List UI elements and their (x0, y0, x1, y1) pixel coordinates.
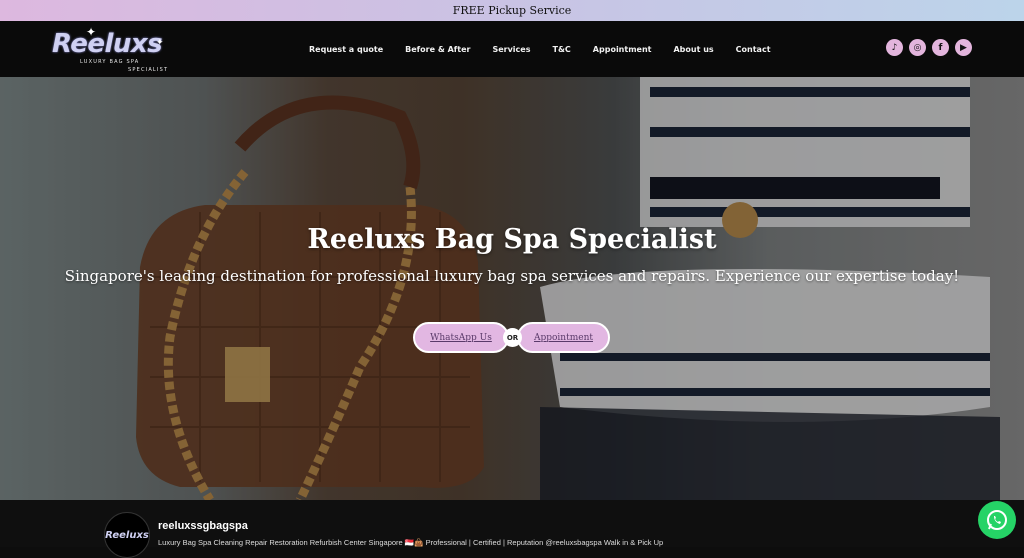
logo-wordmark: Reeluxs (52, 29, 163, 59)
whatsapp-button[interactable]: WhatsApp Us (413, 322, 509, 353)
social-links: ♪ ◎ f ▶ (886, 39, 978, 56)
logo-tagline: LUXURY BAG SPA (80, 59, 140, 65)
hero-banner: Reeluxs Bag Spa Specialist Singapore's l… (0, 77, 1024, 500)
brand-logo[interactable]: Reeluxs ✦ ✦ LUXURY BAG SPA SPECIALIST (50, 25, 170, 73)
youtube-icon[interactable]: ▶ (955, 39, 972, 56)
hero-title: Reeluxs Bag Spa Specialist (307, 224, 717, 255)
appointment-button[interactable]: Appointment (517, 322, 610, 353)
nav-before-after[interactable]: Before & After (405, 45, 470, 54)
nav-about-us[interactable]: About us (673, 45, 713, 54)
profile-bio: Luxury Bag Spa Cleaning Repair Restorati… (158, 538, 664, 547)
hero-subtitle: Singapore's leading destination for prof… (64, 267, 960, 285)
announcement-bar: FREE Pickup Service (0, 0, 1024, 21)
or-separator: OR (503, 328, 522, 347)
tiktok-icon[interactable]: ♪ (886, 39, 903, 56)
nav-appointment[interactable]: Appointment (593, 45, 652, 54)
announcement-text: FREE Pickup Service (452, 4, 572, 17)
instagram-profile-strip: Reeluxs reeluxssgbagspa Luxury Bag Spa C… (0, 500, 1024, 558)
sparkle-icon: ✦ (86, 25, 97, 39)
hero-cta-group: WhatsApp Us Appointment OR (413, 322, 610, 356)
whatsapp-float-button[interactable] (978, 501, 1016, 539)
whatsapp-icon (987, 510, 1007, 530)
nav-contact[interactable]: Contact (736, 45, 771, 54)
avatar[interactable]: Reeluxs (104, 512, 150, 558)
sparkle-icon-small: ✦ (156, 37, 164, 47)
hero-overlay (0, 77, 1024, 500)
logo-tagline-second: SPECIALIST (128, 67, 169, 73)
nav-request-quote[interactable]: Request a quote (309, 45, 383, 54)
profile-handle[interactable]: reeluxssgbagspa (158, 520, 248, 532)
nav-services[interactable]: Services (492, 45, 530, 54)
facebook-icon[interactable]: f (932, 39, 949, 56)
main-nav: Request a quote Before & After Services … (309, 21, 793, 77)
nav-tc[interactable]: T&C (552, 45, 570, 54)
instagram-icon[interactable]: ◎ (909, 39, 926, 56)
site-header: Reeluxs ✦ ✦ LUXURY BAG SPA SPECIALIST Re… (0, 21, 1024, 77)
